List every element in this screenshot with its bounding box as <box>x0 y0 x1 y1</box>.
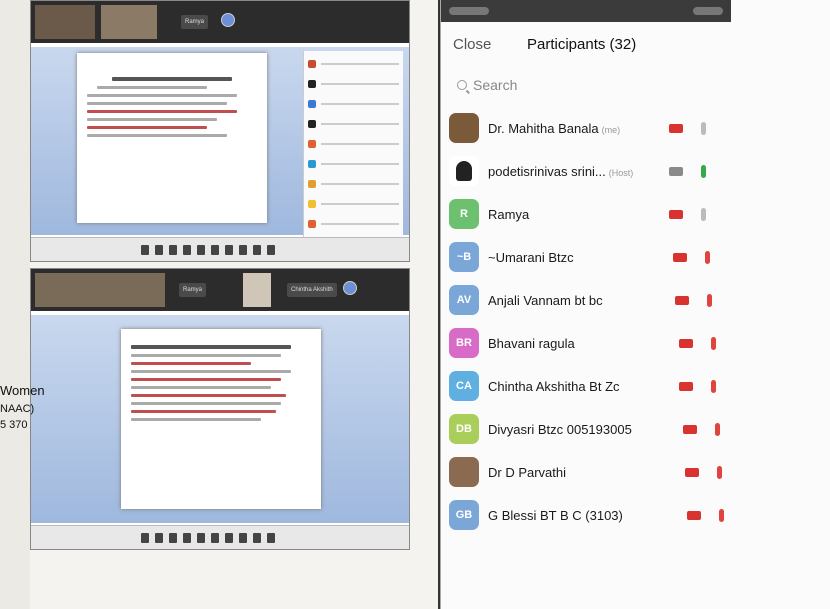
video-off-icon <box>685 467 699 477</box>
participant-row[interactable]: AV Anjali Vannam bt bc <box>441 280 821 320</box>
participants-panel: Close Participants (32) Search Dr. Mahit… <box>440 0 830 609</box>
shared-document <box>121 329 321 509</box>
status-bar <box>441 0 731 22</box>
participant-name: podetisrinivas srini... (Host) <box>488 164 633 179</box>
participant-name-text: Bhavani ragula <box>488 335 575 351</box>
video-name-label: Ramya <box>179 283 207 297</box>
participant-name-text: Dr D Parvathi <box>488 464 567 480</box>
participant-row[interactable]: BR Bhavani ragula <box>441 323 821 363</box>
microphone-icon <box>707 293 712 307</box>
avatar <box>343 281 357 295</box>
participant-name: Chintha Akshitha Bt Zc <box>488 379 620 394</box>
participant-name-text: Chintha Akshitha Bt Zc <box>488 378 620 394</box>
panel-title: Participants (32) <box>527 36 637 53</box>
participant-row[interactable]: CA Chintha Akshitha Bt Zc <box>441 366 821 406</box>
video-off-icon <box>679 338 693 348</box>
meeting-screenshot-bottom: Ramya Chintha Akshith <box>30 268 410 550</box>
video-tile <box>35 273 165 307</box>
participant-row[interactable]: DB Divyasri Btzc 005193005 <box>441 409 821 449</box>
shared-screen <box>31 47 409 261</box>
close-button[interactable]: Close <box>453 36 491 53</box>
avatar: AV <box>449 285 479 315</box>
avatar: ~B <box>449 242 479 272</box>
participant-name-text: podetisrinivas srini... <box>488 163 606 179</box>
photo-scene: Ramya Ramya Chintha Akshith Women NAAC) … <box>0 0 830 609</box>
meeting-screenshot-top: Ramya <box>30 0 410 262</box>
participant-row[interactable]: Dr. Mahitha Banala (me) <box>441 108 821 148</box>
participant-name: Anjali Vannam bt bc <box>488 293 603 308</box>
video-off-icon <box>683 424 697 434</box>
microphone-icon <box>701 164 706 178</box>
video-tile <box>35 5 95 39</box>
microphone-icon <box>705 250 710 264</box>
participants-mini-list <box>303 51 403 261</box>
microphone-icon <box>719 508 724 522</box>
avatar <box>221 13 235 27</box>
video-off-icon <box>687 510 701 520</box>
participant-name-text: ~Umarani Btzc <box>488 249 574 265</box>
microphone-icon <box>711 379 716 393</box>
participant-name: Divyasri Btzc 005193005 <box>488 422 632 437</box>
participant-row[interactable]: Dr D Parvathi <box>441 452 821 492</box>
video-name-label: Chintha Akshith <box>287 283 337 297</box>
microphone-icon <box>717 465 722 479</box>
video-off-icon <box>669 166 683 176</box>
participant-name-text: Anjali Vannam bt bc <box>488 292 603 308</box>
cut-off-text: NAAC) <box>0 403 35 415</box>
participant-name-text: Dr. Mahitha Banala <box>488 120 599 136</box>
left-printout: Ramya Ramya Chintha Akshith <box>30 0 440 609</box>
avatar: DB <box>449 414 479 444</box>
search-placeholder: Search <box>473 77 518 93</box>
participant-role-tag: (Host) <box>608 167 634 178</box>
video-tile <box>243 273 271 307</box>
participant-name-text: Divyasri Btzc 005193005 <box>488 421 632 437</box>
avatar <box>449 457 479 487</box>
avatar: BR <box>449 328 479 358</box>
video-tile <box>101 5 157 39</box>
video-strip: Ramya Chintha Akshith <box>31 269 409 311</box>
video-name-label: Ramya <box>181 15 209 29</box>
participant-name: ~Umarani Btzc <box>488 250 574 265</box>
microphone-icon <box>715 422 720 436</box>
cut-off-text: 5 370 <box>0 419 28 431</box>
shared-document <box>77 53 267 223</box>
participant-role-tag: (me) <box>601 124 621 135</box>
video-strip: Ramya <box>31 1 409 43</box>
video-off-icon <box>675 295 689 305</box>
participant-row[interactable]: ~B ~Umarani Btzc <box>441 237 821 277</box>
avatar: GB <box>449 500 479 530</box>
participant-row[interactable]: GB G Blessi BT B C (3103) <box>441 495 821 535</box>
participant-name: Dr. Mahitha Banala (me) <box>488 121 620 136</box>
video-off-icon <box>673 252 687 262</box>
microphone-icon <box>701 207 706 221</box>
video-off-icon <box>669 209 683 219</box>
meeting-toolbar <box>31 525 409 549</box>
participant-name: Dr D Parvathi <box>488 465 566 480</box>
shared-screen <box>31 315 409 523</box>
video-off-icon <box>669 123 683 133</box>
participant-name-text: G Blessi BT B C (3103) <box>488 507 623 523</box>
video-off-icon <box>679 381 693 391</box>
avatar <box>449 156 479 186</box>
microphone-icon <box>701 121 706 135</box>
participant-name: Ramya <box>488 207 529 222</box>
participant-name: Bhavani ragula <box>488 336 575 351</box>
participant-name: G Blessi BT B C (3103) <box>488 508 623 523</box>
participant-row[interactable]: podetisrinivas srini... (Host) <box>441 151 821 191</box>
participant-name-text: Ramya <box>488 206 530 222</box>
search-icon <box>457 80 467 90</box>
avatar <box>449 113 479 143</box>
microphone-icon <box>711 336 716 350</box>
avatar: R <box>449 199 479 229</box>
cut-off-text: Women <box>0 383 45 398</box>
participant-row[interactable]: R Ramya <box>441 194 821 234</box>
avatar: CA <box>449 371 479 401</box>
meeting-toolbar <box>31 237 409 261</box>
search-field[interactable]: Search <box>457 74 517 96</box>
